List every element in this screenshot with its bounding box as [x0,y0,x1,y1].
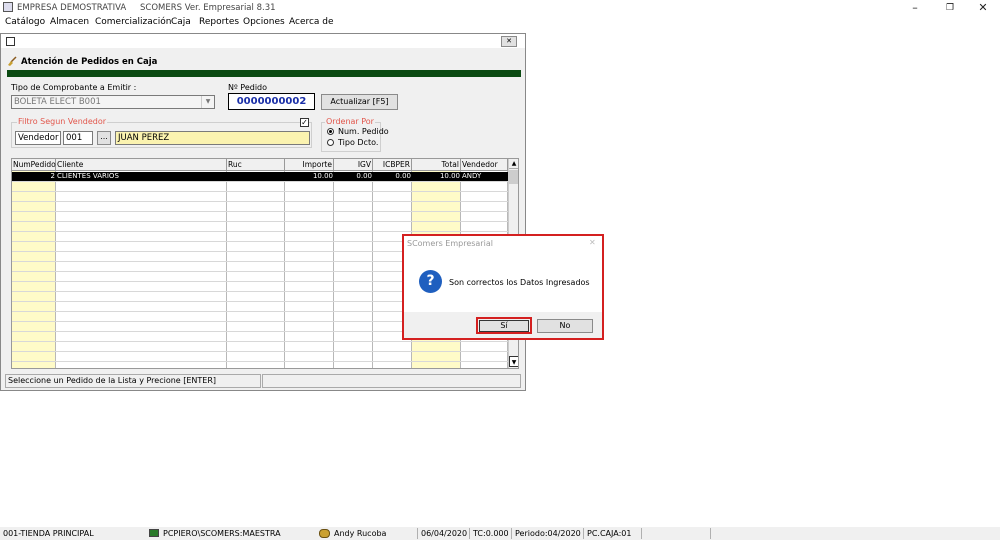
dialog-titlebar: SComers Empresarial ✕ [404,236,602,252]
ordenar-label: Ordenar Por [325,117,375,126]
app-statusbar: 001-TIENDA PRINCIPAL PCPIERO\SCOMERS:MAE… [0,527,1000,540]
grid-row-line [12,211,508,212]
menu-comercializacion[interactable]: Comercialización [95,17,171,27]
close-button[interactable]: ✕ [968,0,998,16]
menu-bar: Catálogo Almacen Comercialización Caja R… [0,16,1000,31]
window-status: Seleccione un Pedido de la Lista y Preci… [5,374,261,388]
pedido-label: Nº Pedido [228,83,268,92]
status-tc: TC:0.000 [469,528,510,539]
window-titlebar: ✕ [1,34,525,48]
cell-total: 10.00 [439,172,460,180]
vendedor-label-box: Vendedor [15,131,61,145]
status-blank-2 [710,528,1000,539]
app-icon [3,2,13,12]
chevron-down-icon[interactable]: ▼ [201,96,214,108]
grid-row-line [12,361,508,362]
menu-opciones[interactable]: Opciones [243,17,285,27]
comprobante-value: BOLETA ELECT B001 [14,97,101,107]
header-ruc[interactable]: Ruc [227,159,285,171]
comprobante-label: Tipo de Comprobante a Emitir : [11,83,137,92]
menu-acerca-de[interactable]: Acerca de [289,17,334,27]
status-store: 001-TIENDA PRINCIPAL [3,529,94,538]
dialog-close-icon[interactable]: ✕ [589,238,596,247]
radio-num-pedido[interactable] [327,128,334,135]
user-icon [319,529,330,538]
window-close-button[interactable]: ✕ [501,36,517,47]
database-icon [149,529,159,537]
header-importe[interactable]: Importe [285,159,334,171]
cell-ruc [227,172,285,181]
window-icon [6,37,15,46]
cell-igv: 0.00 [356,172,372,180]
yes-button[interactable]: Sí [479,320,529,332]
cell-vendedor: ANDY [462,172,482,180]
header-vendedor[interactable]: Vendedor [461,159,508,171]
radio-tipo-dcto[interactable] [327,139,334,146]
grid-row-line [12,181,508,182]
vendedor-browse-button[interactable]: ... [97,131,111,145]
scroll-thumb[interactable] [509,170,518,184]
actualizar-button[interactable]: Actualizar [F5] [321,94,398,110]
dialog-title: SComers Empresarial [407,239,493,248]
status-blank-1 [641,528,709,539]
no-button[interactable]: No [537,319,593,333]
header-title: Atención de Pedidos en Caja [21,57,158,67]
scroll-down-button[interactable]: ▼ [509,356,518,367]
grid-row-line [12,351,508,352]
question-icon: ? [419,270,442,293]
broom-icon [7,56,17,66]
header-icbper[interactable]: ICBPER [373,159,412,171]
status-period: Periodo:04/2020 [511,528,582,539]
cell-numpedido: 2 [50,172,55,180]
cell-cliente: CLIENTES VARIOS [57,172,119,180]
restore-button[interactable]: ❐ [935,0,965,16]
comprobante-select[interactable]: BOLETA ELECT B001 ▼ [11,95,215,109]
app-title: SCOMERS Ver. Empresarial 8.31 [140,3,276,13]
minimize-button[interactable]: – [900,0,930,16]
header-total[interactable]: Total [412,159,461,171]
filtro-checkbox[interactable]: ✓ [300,118,309,127]
menu-caja[interactable]: Caja [171,17,191,27]
status-date: 06/04/2020 [417,528,468,539]
menu-almacen[interactable]: Almacen [50,17,89,27]
radio-tipo-label: Tipo Dcto. [338,138,379,147]
grid-row-line [12,201,508,202]
confirm-dialog: SComers Empresarial ✕ ? Son correctos lo… [402,234,604,340]
vendedor-name-field[interactable]: JUAN PEREZ [115,131,310,145]
window-status-right [262,374,521,388]
header-igv[interactable]: IGV [334,159,373,171]
filtro-label: Filtro Segun Vendedor [17,117,108,126]
menu-catalogo[interactable]: Catálogo [5,17,45,27]
company-name: EMPRESA DEMOSTRATIVA [17,3,127,13]
app-titlebar: EMPRESA DEMOSTRATIVA SCOMERS Ver. Empres… [0,0,1000,16]
menu-reportes[interactable]: Reportes [199,17,239,27]
header-numpedido[interactable]: NumPedido [12,159,56,171]
scroll-up-button[interactable]: ▲ [509,159,518,169]
grid-row-line [12,231,508,232]
cell-importe: 10.00 [312,172,333,180]
radio-num-label: Num. Pedido [338,127,389,136]
status-user: Andy Rucoba [334,529,387,538]
pedido-field[interactable]: 0000000002 [228,93,315,110]
header-bar [7,70,521,77]
status-db: PCPIERO\SCOMERS:MAESTRA [163,529,281,538]
radio-dot [329,130,332,133]
grid-row-line [12,341,508,342]
grid-row-line [12,221,508,222]
status-pc: PC.CAJA:01 [583,528,640,539]
header-cliente[interactable]: Cliente [56,159,227,171]
dialog-message: Son correctos los Datos Ingresados [449,278,590,287]
vendedor-code-field[interactable]: 001 [63,131,93,145]
grid-row-line [12,191,508,192]
cell-icbper: 0.00 [395,172,411,180]
